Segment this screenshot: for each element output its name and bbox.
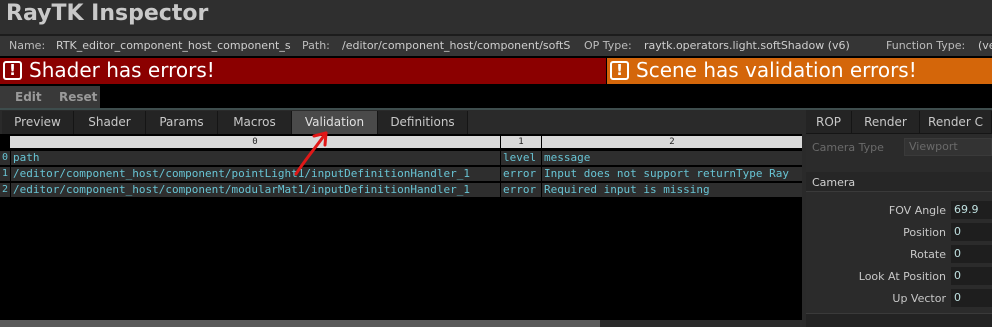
red-arrow-icon bbox=[294, 131, 328, 176]
